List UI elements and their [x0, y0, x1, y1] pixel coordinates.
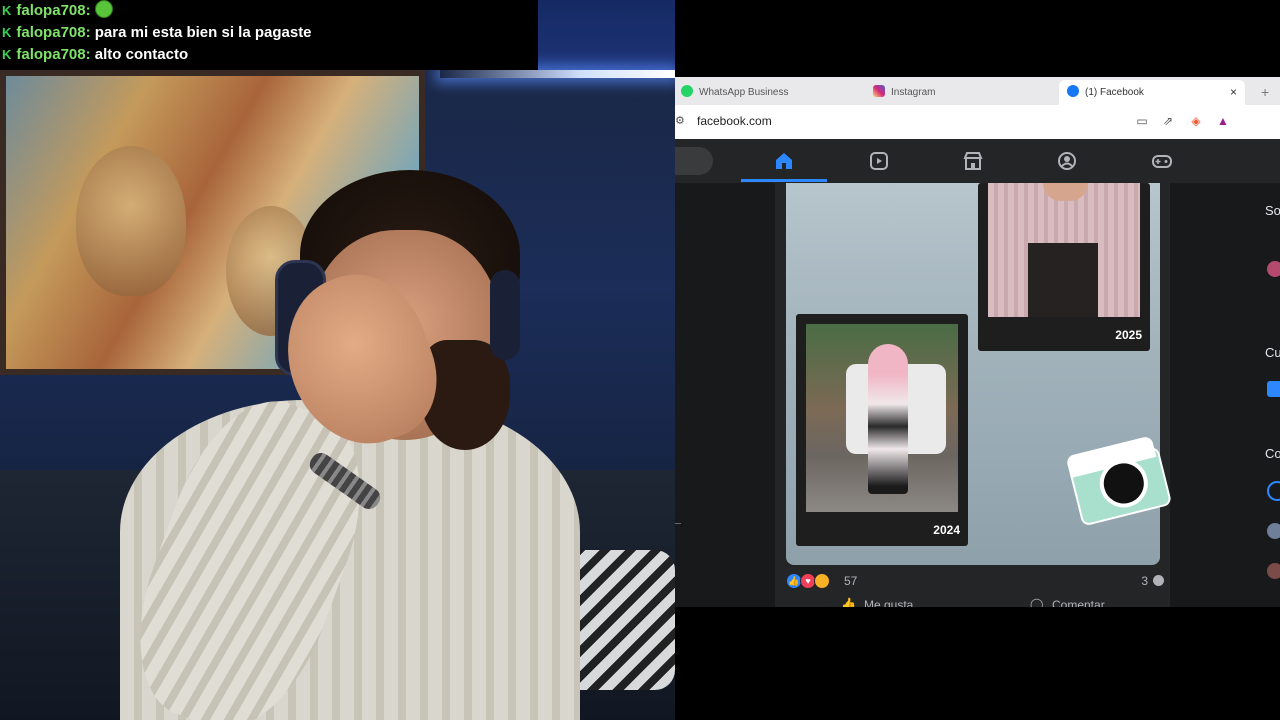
- home-icon[interactable]: [774, 151, 794, 171]
- address-bar: ⚙ facebook.com ▭ ⇗ ◈ ▲: [675, 105, 1280, 140]
- facebook-icon: [1067, 85, 1079, 97]
- kick-badge-icon: K: [2, 25, 12, 40]
- contact-avatar[interactable]: [1267, 523, 1280, 539]
- photo-card-2024: 2024: [796, 314, 968, 546]
- cast-icon[interactable]: ▭: [1135, 114, 1149, 128]
- url-field[interactable]: facebook.com: [697, 114, 772, 128]
- divider: [675, 523, 681, 524]
- headphones-icon: [490, 270, 520, 360]
- chat-message: Kfalopa708:: [0, 0, 538, 22]
- feed-post: 2025 2024 👍 ♥ 57 3 👍 Me gusta ◯ Comentar: [775, 183, 1173, 607]
- reaction-count: 57: [844, 574, 858, 588]
- post-actions: 👍 Me gusta ◯ Comentar: [775, 597, 1170, 607]
- post-image-collage[interactable]: 2025 2024: [786, 183, 1173, 565]
- tab-bar: WhatsApp Business Instagram (1) Facebook…: [675, 77, 1280, 105]
- like-button[interactable]: Me gusta: [864, 598, 913, 607]
- chat-username: falopa708: [16, 24, 86, 41]
- comment-bubble-icon: [1153, 575, 1164, 586]
- scarf-photo: [988, 183, 1140, 317]
- background-wall: [538, 0, 675, 70]
- gaming-icon[interactable]: [1152, 151, 1172, 171]
- streamer: [108, 170, 580, 720]
- active-nav-indicator: [741, 179, 827, 182]
- tab-facebook[interactable]: (1) Facebook ×: [1059, 80, 1245, 105]
- tab-whatsapp[interactable]: WhatsApp Business: [681, 80, 861, 105]
- groups-icon[interactable]: [1057, 151, 1077, 171]
- like-icon[interactable]: 👍: [841, 597, 856, 607]
- new-tab-button[interactable]: +: [1261, 80, 1269, 105]
- whatsapp-icon: [681, 85, 693, 97]
- contact-avatar[interactable]: [1267, 481, 1280, 501]
- sidebar-heading: Cu: [1265, 345, 1280, 360]
- contact-avatar[interactable]: [1267, 563, 1280, 579]
- stream-chat-overlay: Kfalopa708: Kfalopa708: para mi esta bie…: [0, 0, 538, 70]
- facebook-nav-bar: [675, 139, 1280, 184]
- kick-badge-icon: K: [2, 3, 12, 18]
- marketplace-icon[interactable]: [963, 151, 983, 171]
- search-pill[interactable]: [675, 147, 713, 175]
- care-reaction-icon: [814, 573, 830, 589]
- instagram-icon: [873, 85, 885, 97]
- sidebar-heading: So: [1265, 203, 1280, 218]
- chat-username: falopa708: [16, 2, 86, 19]
- tab-label: (1) Facebook: [1085, 87, 1144, 98]
- photo-year-label: 2025: [1115, 328, 1142, 342]
- brave-shield-icon[interactable]: ◈: [1189, 114, 1203, 128]
- close-tab-icon[interactable]: ×: [1230, 80, 1237, 105]
- green-emote-icon: [94, 0, 113, 18]
- browser-window: WhatsApp Business Instagram (1) Facebook…: [675, 77, 1280, 607]
- webcam-feed: [0, 0, 675, 720]
- right-sidebar: So Cu Co: [1260, 183, 1280, 607]
- gift-icon: [1267, 381, 1280, 397]
- sidebar-heading: Co: [1265, 446, 1280, 461]
- comment-icon[interactable]: ◯: [1030, 597, 1043, 607]
- site-settings-icon[interactable]: ⚙: [675, 114, 687, 128]
- chat-text: para mi esta bien si la pagaste: [94, 24, 312, 41]
- camera-sticker-icon: [1065, 435, 1173, 527]
- news-feed: 2025 2024 👍 ♥ 57 3 👍 Me gusta ◯ Comentar…: [675, 183, 1280, 607]
- chat-message: Kfalopa708: alto contacto: [0, 44, 538, 66]
- comment-count[interactable]: 3: [1141, 574, 1148, 588]
- led-strip-light: [440, 70, 675, 78]
- reels-icon[interactable]: [869, 151, 889, 171]
- chat-username: falopa708: [16, 46, 86, 63]
- photo-year-label: 2024: [933, 523, 960, 537]
- tab-label: Instagram: [891, 87, 936, 98]
- kick-badge-icon: K: [2, 47, 12, 62]
- share-icon[interactable]: ⇗: [1161, 114, 1175, 128]
- brave-rewards-icon[interactable]: ▲: [1216, 114, 1230, 128]
- chat-message: Kfalopa708: para mi esta bien si la paga…: [0, 22, 538, 44]
- christmas-photo: [806, 324, 958, 512]
- comment-button[interactable]: Comentar: [1052, 598, 1105, 607]
- chat-text: alto contacto: [94, 46, 189, 63]
- tab-label: WhatsApp Business: [699, 87, 789, 98]
- photo-card-2025: 2025: [978, 183, 1150, 351]
- avatar[interactable]: [1267, 261, 1280, 277]
- tab-instagram[interactable]: Instagram: [873, 80, 1053, 105]
